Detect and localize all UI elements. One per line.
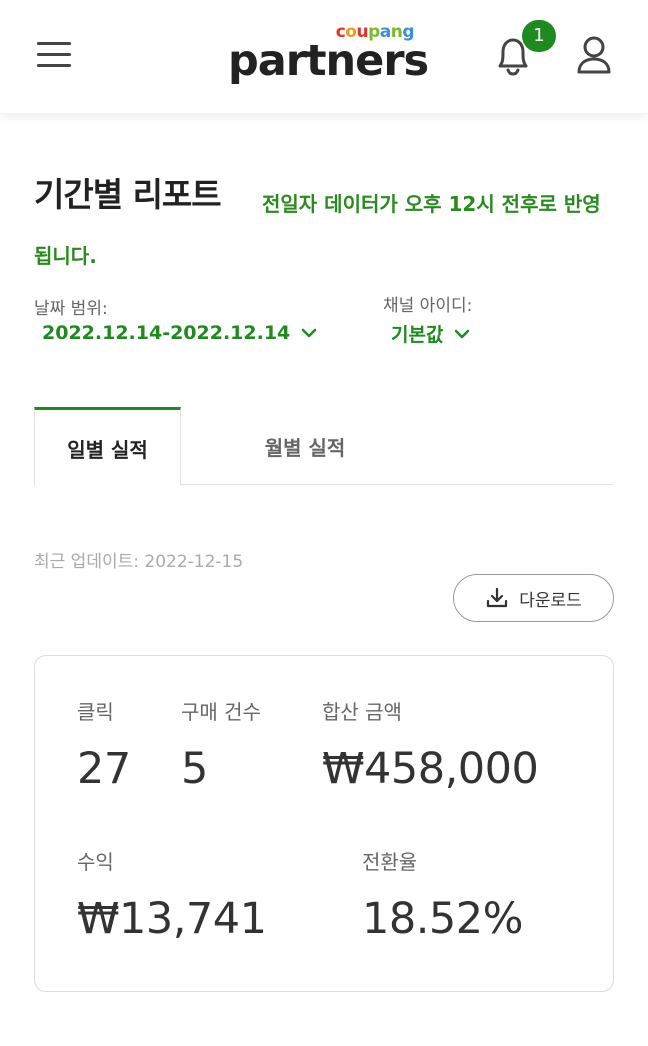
- total-amount-value: ₩458,000: [322, 744, 539, 794]
- report-tabs: 일별 실적 월별 실적: [34, 407, 614, 486]
- revenue-value: ₩13,741: [77, 894, 267, 944]
- last-updated-text: 최근 업데이트: 2022-12-15: [34, 552, 244, 572]
- notification-badge: 1: [522, 20, 556, 52]
- date-range-value: 2022.12.14-2022.12.14: [42, 322, 291, 344]
- clicks-label: 클릭: [77, 700, 114, 724]
- download-label: 다운로드: [519, 590, 582, 611]
- logo-partners-text: partners: [228, 36, 429, 86]
- user-icon[interactable]: [574, 34, 614, 76]
- clicks-value: 27: [77, 744, 131, 794]
- date-range-select[interactable]: 2022.12.14-2022.12.14: [42, 322, 318, 344]
- coupang-partners-logo[interactable]: coupang partners: [228, 22, 429, 92]
- hamburger-menu-icon[interactable]: [34, 38, 74, 72]
- tab-monthly[interactable]: 월별 실적: [220, 407, 390, 485]
- data-notice-text: 전일자 데이터가 오후 12시 전후로 반영됩니다.: [34, 192, 601, 268]
- chevron-down-icon: [455, 329, 470, 338]
- chevron-down-icon: [302, 328, 317, 338]
- revenue-label: 수익: [77, 850, 114, 874]
- channel-id-label: 채널 아이디:: [383, 296, 473, 316]
- download-button[interactable]: 다운로드: [453, 574, 614, 622]
- channel-id-value: 기본값: [391, 324, 444, 346]
- date-range-label: 날짜 범위:: [34, 299, 108, 319]
- download-icon: [487, 587, 508, 608]
- conversion-rate-value: 18.52%: [362, 894, 523, 944]
- orders-value: 5: [181, 744, 208, 794]
- top-header: coupang partners 1: [0, 0, 648, 113]
- channel-id-select[interactable]: 기본값: [391, 320, 471, 347]
- orders-label: 구매 건수: [181, 700, 261, 724]
- total-amount-label: 합산 금액: [322, 700, 402, 724]
- metrics-card: 클릭 27 구매 건수 5 합산 금액 ₩458,000 수익 ₩13,741 …: [34, 655, 614, 992]
- tab-daily[interactable]: 일별 실적: [34, 407, 181, 486]
- conversion-rate-label: 전환율: [362, 850, 418, 874]
